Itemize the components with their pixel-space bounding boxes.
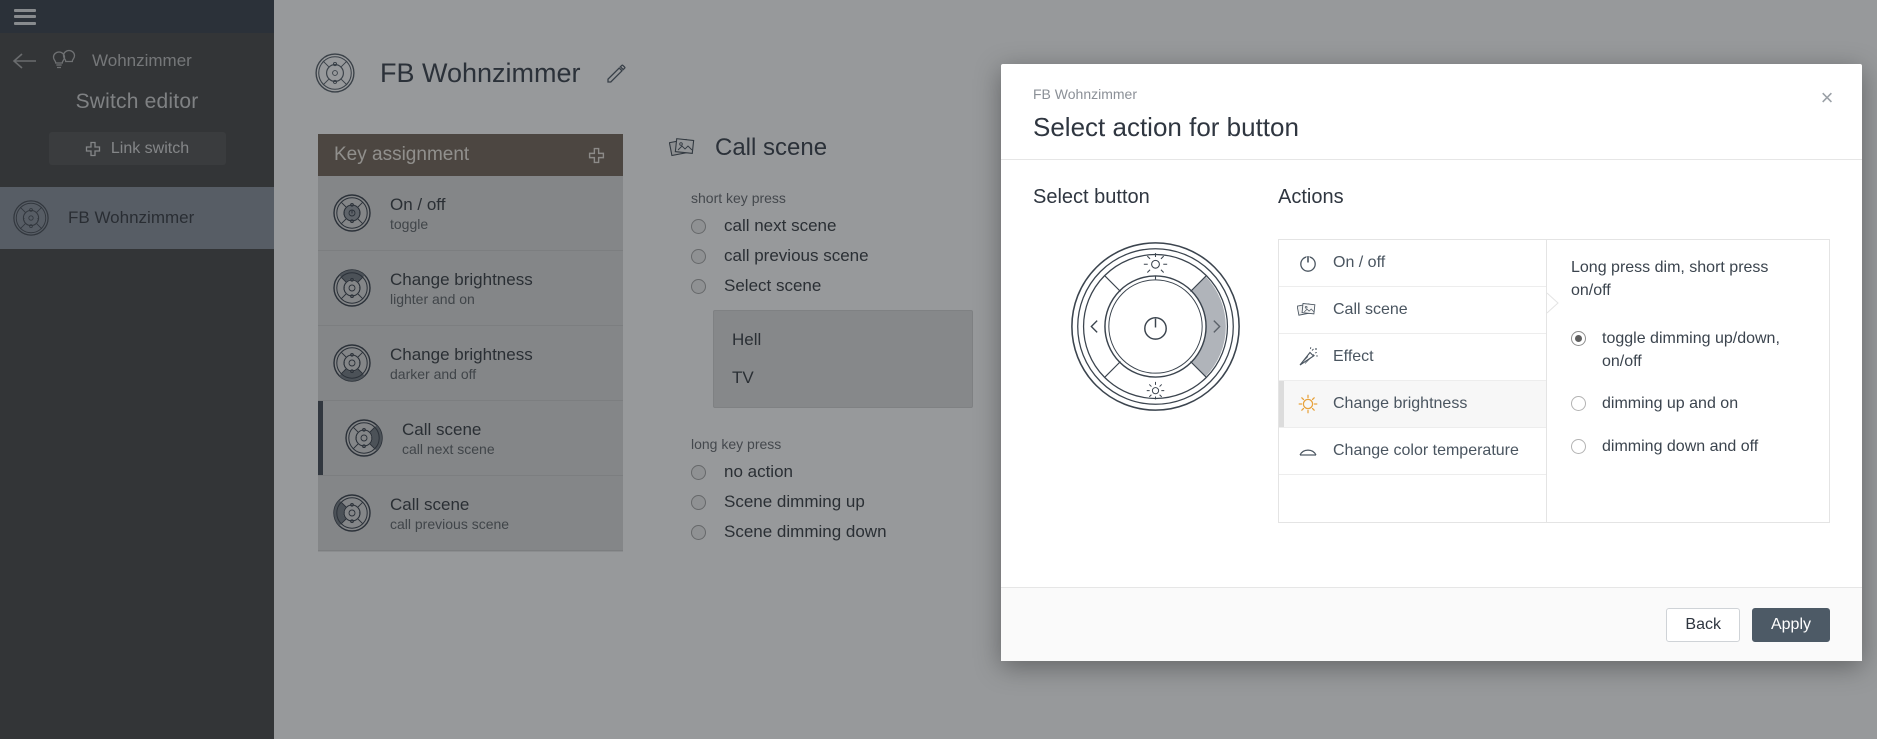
select-action-dialog: FB Wohnzimmer Select action for button ×… xyxy=(1001,64,1862,661)
radio-button[interactable] xyxy=(1571,396,1586,412)
action-label: Call scene xyxy=(1333,301,1408,318)
action-item-call-scene[interactable]: Call scene xyxy=(1279,287,1546,334)
party-popper-icon xyxy=(1297,346,1319,368)
power-icon xyxy=(1297,252,1319,274)
radio-button[interactable] xyxy=(1571,331,1586,347)
action-label: Effect xyxy=(1333,348,1374,365)
dial-wrapper xyxy=(1033,239,1278,414)
detail-option-toggle-dimming[interactable]: toggle dimming up/down, on/off xyxy=(1571,328,1809,373)
dialog-title: Select action for button xyxy=(1033,112,1299,142)
detail-option-dimming-up[interactable]: dimming up and on xyxy=(1571,393,1809,415)
actions-list: On / off Call scene Effect Change bright… xyxy=(1279,240,1547,522)
action-item-effect[interactable]: Effect xyxy=(1279,334,1546,381)
select-button-heading: Select button xyxy=(1033,186,1150,208)
dialog-supertitle: FB Wohnzimmer xyxy=(1033,86,1137,102)
detail-option-label: dimming down and off xyxy=(1602,437,1759,455)
remote-dial[interactable] xyxy=(1068,239,1243,414)
color-temperature-icon xyxy=(1297,440,1319,462)
action-detail-panel: Long press dim, short press on/off toggl… xyxy=(1546,240,1829,522)
actions-heading: Actions xyxy=(1278,186,1344,208)
back-button[interactable]: Back xyxy=(1666,607,1740,642)
sun-icon xyxy=(1297,393,1319,415)
action-item-change-color-temperature[interactable]: Change color temperature xyxy=(1279,428,1546,475)
action-item-change-brightness[interactable]: Change brightness xyxy=(1279,381,1546,428)
dialog-header: FB Wohnzimmer Select action for button × xyxy=(1001,64,1862,160)
radio-button[interactable] xyxy=(1571,438,1586,454)
scene-photos-icon xyxy=(1297,299,1319,321)
close-icon[interactable]: × xyxy=(1816,87,1838,110)
action-label: On / off xyxy=(1333,254,1386,271)
action-item-on-off[interactable]: On / off xyxy=(1279,240,1546,287)
select-button-column: Select button xyxy=(1033,186,1278,587)
action-detail-title: Long press dim, short press on/off xyxy=(1571,259,1769,300)
chevron-left-icon xyxy=(1090,320,1098,333)
action-label: Change color temperature xyxy=(1333,442,1519,459)
actions-column: Actions On / off Call scene Effect Chang… xyxy=(1278,186,1830,587)
action-label: Change brightness xyxy=(1333,395,1468,412)
actions-list-spacer xyxy=(1279,475,1546,522)
detail-option-label: toggle dimming up/down, on/off xyxy=(1602,330,1780,370)
detail-option-label: dimming up and on xyxy=(1602,395,1739,413)
dialog-body: Select button Actions On / off Call scen… xyxy=(1001,160,1862,587)
apply-button[interactable]: Apply xyxy=(1751,607,1830,642)
sun-dim-icon xyxy=(1146,381,1165,400)
actions-wrapper: On / off Call scene Effect Change bright… xyxy=(1278,239,1830,523)
chevron-right-icon xyxy=(1546,292,1559,314)
detail-option-dimming-down[interactable]: dimming down and off xyxy=(1571,436,1809,458)
dialog-footer: Back Apply xyxy=(1001,587,1862,661)
